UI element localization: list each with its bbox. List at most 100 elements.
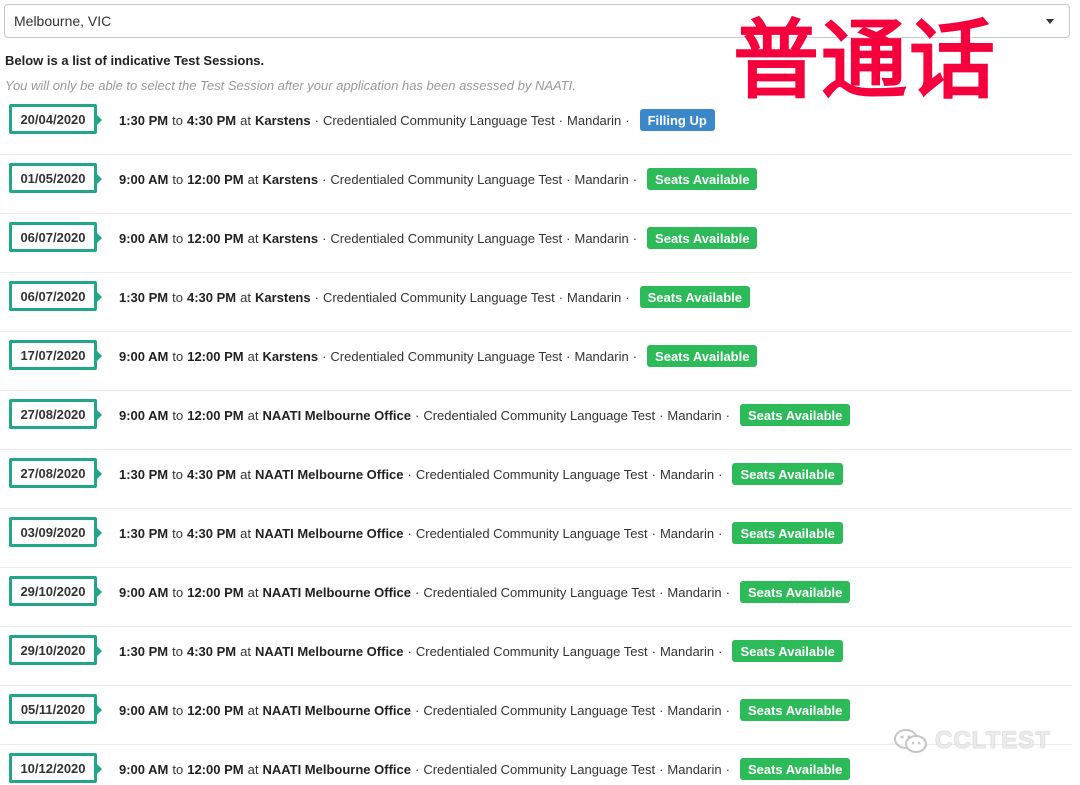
chevron-down-icon[interactable]: [1046, 18, 1054, 24]
session-date-badge[interactable]: 27/08/2020: [9, 458, 102, 488]
separator: ·: [414, 761, 420, 777]
session-info: 1:30 PM to 4:30 PM at NAATI Melbourne Of…: [119, 463, 843, 485]
separator: ·: [725, 407, 730, 423]
separator: ·: [625, 112, 630, 128]
session-date-badge[interactable]: 20/04/2020: [9, 104, 102, 134]
session-start-time: 9:00 AM: [119, 407, 169, 423]
session-date-badge[interactable]: 17/07/2020: [9, 340, 102, 370]
session-date-badge[interactable]: 03/09/2020: [9, 517, 102, 547]
session-row[interactable]: 27/08/2020 1:30 PM to 4:30 PM at NAATI M…: [0, 450, 1072, 509]
status-badge: Seats Available: [739, 758, 851, 780]
separator: ·: [651, 466, 656, 482]
to-label: to: [172, 584, 184, 600]
separator: ·: [718, 525, 723, 541]
session-venue: NAATI Melbourne Office: [254, 466, 404, 482]
session-row[interactable]: 27/08/2020 9:00 AM to 12:00 PM at NAATI …: [0, 391, 1072, 450]
separator: ·: [407, 643, 412, 659]
separator: ·: [566, 348, 571, 364]
session-test-name: Credentialed Community Language Test: [423, 761, 656, 777]
at-label: at: [247, 702, 259, 718]
session-end-time: 12:00 PM: [187, 171, 244, 187]
session-language: Mandarin: [567, 112, 622, 128]
separator: ·: [651, 525, 656, 541]
separator: ·: [414, 584, 420, 600]
session-row[interactable]: 06/07/2020 1:30 PM to 4:30 PM at Karsten…: [0, 273, 1072, 332]
to-label: to: [172, 230, 184, 246]
session-start-time: 1:30 PM: [119, 643, 169, 659]
session-end-time: 4:30 PM: [186, 525, 237, 541]
session-row[interactable]: 29/10/2020 9:00 AM to 12:00 PM at NAATI …: [0, 568, 1072, 627]
session-date-badge[interactable]: 29/10/2020: [9, 576, 102, 606]
session-date-badge[interactable]: 01/05/2020: [9, 163, 102, 193]
session-row[interactable]: 20/04/2020 1:30 PM to 4:30 PM at Karsten…: [0, 96, 1072, 155]
session-info: 9:00 AM to 12:00 PM at Karstens · Creden…: [119, 168, 758, 190]
session-list: 20/04/2020 1:30 PM to 4:30 PM at Karsten…: [0, 96, 1072, 785]
to-label: to: [172, 289, 183, 305]
to-label: to: [172, 171, 184, 187]
session-date-badge[interactable]: 27/08/2020: [9, 399, 102, 429]
session-start-time: 9:00 AM: [119, 348, 169, 364]
separator: ·: [659, 407, 664, 423]
session-info: 9:00 AM to 12:00 PM at NAATI Melbourne O…: [119, 404, 851, 426]
session-start-time: 9:00 AM: [119, 171, 169, 187]
status-badge: Seats Available: [739, 404, 851, 426]
session-start-time: 9:00 AM: [119, 230, 169, 246]
at-label: at: [240, 112, 251, 128]
status-badge: Filling Up: [639, 109, 715, 131]
at-label: at: [247, 761, 259, 777]
session-venue: NAATI Melbourne Office: [262, 761, 411, 777]
assessment-note: You will only be able to select the Test…: [5, 78, 576, 93]
separator: ·: [566, 171, 571, 187]
session-date-badge[interactable]: 10/12/2020: [9, 753, 102, 783]
session-test-name: Credentialed Community Language Test: [423, 584, 656, 600]
separator: ·: [632, 230, 638, 246]
separator: ·: [314, 289, 319, 305]
session-date-badge[interactable]: 29/10/2020: [9, 635, 102, 665]
page-heading: Below is a list of indicative Test Sessi…: [5, 53, 265, 68]
to-label: to: [172, 407, 184, 423]
session-start-time: 1:30 PM: [119, 289, 169, 305]
session-row[interactable]: 29/10/2020 1:30 PM to 4:30 PM at NAATI M…: [0, 627, 1072, 686]
session-test-name: Credentialed Community Language Test: [330, 348, 563, 364]
separator: ·: [659, 702, 664, 718]
session-venue: NAATI Melbourne Office: [254, 643, 404, 659]
wechat-brand-label: CCLTEST: [935, 727, 1051, 754]
session-date-badge[interactable]: 06/07/2020: [9, 222, 102, 252]
session-end-time: 4:30 PM: [186, 643, 237, 659]
separator: ·: [558, 289, 564, 305]
session-start-time: 1:30 PM: [119, 112, 169, 128]
session-row[interactable]: 03/09/2020 1:30 PM to 4:30 PM at NAATI M…: [0, 509, 1072, 568]
separator: ·: [632, 171, 638, 187]
status-badge: Seats Available: [647, 227, 758, 249]
wechat-watermark: CCLTEST: [893, 727, 1051, 755]
at-label: at: [247, 407, 259, 423]
session-language: Mandarin: [659, 466, 715, 482]
session-date-badge[interactable]: 05/11/2020: [9, 694, 102, 724]
separator: ·: [625, 289, 630, 305]
session-row[interactable]: 17/07/2020 9:00 AM to 12:00 PM at Karste…: [0, 332, 1072, 391]
to-label: to: [172, 761, 184, 777]
to-label: to: [172, 525, 183, 541]
separator: ·: [407, 466, 412, 482]
separator: ·: [566, 230, 571, 246]
session-row[interactable]: 01/05/2020 9:00 AM to 12:00 PM at Karste…: [0, 155, 1072, 214]
session-language: Mandarin: [574, 348, 629, 364]
session-venue: Karstens: [254, 289, 311, 305]
session-language: Mandarin: [667, 702, 722, 718]
session-info: 9:00 AM to 12:00 PM at Karstens · Creden…: [119, 345, 758, 367]
session-start-time: 1:30 PM: [119, 525, 169, 541]
session-language: Mandarin: [667, 761, 722, 777]
session-language: Mandarin: [667, 407, 722, 423]
status-badge: Seats Available: [732, 522, 843, 544]
session-end-time: 4:30 PM: [186, 112, 237, 128]
session-row[interactable]: 06/07/2020 9:00 AM to 12:00 PM at Karste…: [0, 214, 1072, 273]
wechat-icon: [894, 729, 927, 753]
session-info: 9:00 AM to 12:00 PM at NAATI Melbourne O…: [119, 758, 851, 780]
session-date-badge[interactable]: 06/07/2020: [9, 281, 102, 311]
status-badge: Seats Available: [732, 640, 843, 662]
session-language: Mandarin: [659, 525, 715, 541]
session-language: Mandarin: [574, 230, 629, 246]
session-start-time: 9:00 AM: [119, 584, 169, 600]
at-label: at: [247, 348, 259, 364]
session-venue: Karstens: [262, 348, 319, 364]
